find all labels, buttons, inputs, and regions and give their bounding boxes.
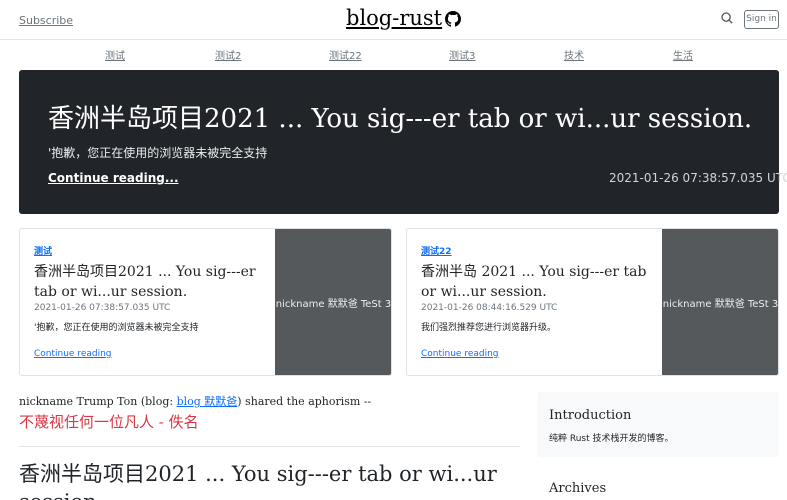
featured-lead: '抱歉，您正在使用的浏览器未被完全支持 [48, 146, 268, 160]
subscribe-link[interactable]: Subscribe [19, 14, 73, 27]
card-thumbnail: nickname 默默爸 TeSt 3 [662, 229, 778, 375]
nav-item-ceshi3[interactable]: 测试3 [449, 47, 475, 62]
nav-item-tech[interactable]: 技术 [564, 47, 584, 62]
archives-heading: Archives [549, 481, 607, 496]
post-title[interactable]: 香洲半岛项目2021 ... You sig---er tab or wi...… [19, 460, 519, 500]
aphorism-quote: 不蔑视任何一位凡人 - 佚名 [19, 413, 199, 431]
aphorism-attribution: nickname Trump Ton (blog: blog 默默爸) shar… [19, 393, 371, 409]
featured-title: 香洲半岛项目2021 ... You sig---er tab or wi...… [48, 104, 753, 134]
featured-date: 2021-01-26 07:38:57.035 UTC [609, 171, 787, 185]
featured-post: 香洲半岛项目2021 ... You sig---er tab or wi...… [19, 70, 787, 214]
card-title: 香洲半岛 2021 ... You sig---er tab or wi...u… [421, 264, 647, 300]
github-icon [445, 11, 462, 27]
card-body: 测试 香洲半岛项目2021 ... You sig---er tab or wi… [20, 229, 275, 375]
card-date: 2021-01-26 07:38:57.035 UTC [34, 303, 171, 313]
card-continue-link[interactable]: Continue reading [34, 349, 112, 359]
card-body: 测试22 香洲半岛 2021 ... You sig---er tab or w… [407, 229, 662, 375]
brand-text: blog-rust [346, 6, 443, 30]
aphorism-suffix: ) shared the aphorism -- [237, 395, 372, 408]
post-card: 测试22 香洲半岛 2021 ... You sig---er tab or w… [406, 228, 779, 376]
post-card: 测试 香洲半岛项目2021 ... You sig---er tab or wi… [19, 228, 392, 376]
card-date: 2021-01-26 08:44:16.529 UTC [421, 303, 558, 313]
site-header: Subscribe blog-rust Sign in [0, 0, 787, 40]
divider [19, 446, 520, 447]
sidebar-introduction: Introduction 纯粹 Rust 技术栈开发的博客。 [537, 392, 779, 457]
sign-in-button[interactable]: Sign in [744, 10, 779, 29]
sidebar-text: 纯粹 Rust 技术栈开发的博客。 [549, 434, 674, 444]
nav-item-ceshi[interactable]: 测试 [105, 47, 125, 62]
category-nav: 测试 测试2 测试22 测试3 技术 生活 [0, 44, 787, 64]
card-category[interactable]: 测试22 [421, 244, 452, 257]
nav-item-ceshi2[interactable]: 测试2 [215, 47, 241, 62]
aphorism-blog-link[interactable]: blog 默默爸 [177, 395, 238, 408]
card-excerpt: 我们强烈推荐您进行浏览器升级。 [421, 323, 557, 333]
card-title: 香洲半岛项目2021 ... You sig---er tab or wi...… [34, 264, 256, 300]
card-excerpt: '抱歉，您正在使用的浏览器未被完全支持 [34, 323, 199, 333]
site-title[interactable]: blog-rust [346, 6, 462, 30]
nav-item-life[interactable]: 生活 [673, 47, 693, 62]
card-thumbnail: nickname 默默爸 TeSt 3 [275, 229, 391, 375]
card-category[interactable]: 测试 [34, 244, 52, 257]
nav-item-ceshi22[interactable]: 测试22 [329, 47, 362, 62]
card-continue-link[interactable]: Continue reading [421, 349, 499, 359]
featured-continue-link[interactable]: Continue reading... [48, 171, 179, 185]
search-icon[interactable] [720, 10, 736, 26]
aphorism-prefix: nickname Trump Ton (blog: [19, 395, 177, 408]
sidebar-heading: Introduction [549, 408, 632, 423]
